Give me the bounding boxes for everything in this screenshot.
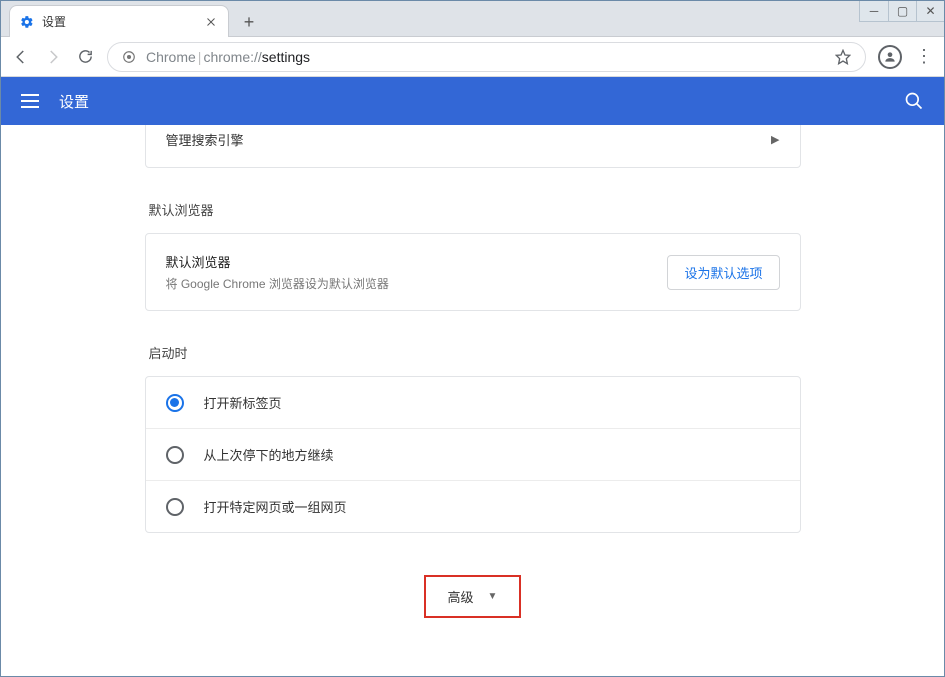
radio-icon [166,446,184,464]
radio-icon [166,394,184,412]
settings-content-scroll[interactable]: 管理搜索引擎 ▶ 默认浏览器 默认浏览器 将 Google Chrome 浏览器… [1,125,944,676]
browser-toolbar: Chrome|chrome://settings ⋮ [1,37,944,77]
chevron-down-icon: ▼ [488,591,498,602]
reload-button[interactable] [75,47,95,67]
url-text: Chrome|chrome://settings [146,49,310,65]
close-icon: ✕ [925,4,935,18]
new-tab-button[interactable]: + [235,8,263,36]
default-browser-heading: 默认浏览器 [149,200,797,219]
bookmark-star-icon[interactable] [835,49,851,65]
default-browser-title: 默认浏览器 [166,252,389,271]
advanced-label: 高级 [448,587,474,606]
startup-heading: 启动时 [149,343,797,362]
chrome-site-icon [122,50,136,64]
maximize-icon: ▢ [897,4,908,18]
advanced-toggle-button[interactable]: 高级 ▼ [424,575,522,618]
forward-button [43,47,63,67]
startup-options-card: 打开新标签页 从上次停下的地方继续 打开特定网页或一组网页 [145,376,801,533]
gear-icon [20,15,34,29]
settings-search-button[interactable] [904,91,924,111]
window-maximize-button[interactable]: ▢ [888,1,916,21]
startup-option-label: 从上次停下的地方继续 [204,445,334,464]
tab-close-button[interactable] [204,15,218,29]
chevron-right-icon: ▶ [771,133,779,146]
set-default-button[interactable]: 设为默认选项 [667,255,779,290]
settings-app-bar: 设置 [1,77,944,125]
browser-tab[interactable]: 设置 [9,5,229,37]
default-browser-card: 默认浏览器 将 Google Chrome 浏览器设为默认浏览器 设为默认选项 [145,233,801,311]
radio-icon [166,498,184,516]
startup-option-newtab[interactable]: 打开新标签页 [146,377,800,428]
address-bar[interactable]: Chrome|chrome://settings [107,42,866,72]
minimize-icon: ─ [870,4,879,18]
manage-search-engines-row[interactable]: 管理搜索引擎 ▶ [145,125,801,168]
default-browser-subtitle: 将 Google Chrome 浏览器设为默认浏览器 [166,275,389,292]
startup-option-specific-pages[interactable]: 打开特定网页或一组网页 [146,480,800,532]
window-close-button[interactable]: ✕ [916,1,944,21]
manage-search-engines-label: 管理搜索引擎 [166,130,244,149]
settings-title: 设置 [59,91,89,112]
tab-strip: 设置 + [1,1,944,37]
hamburger-menu-icon[interactable] [21,91,41,111]
back-button[interactable] [11,47,31,67]
startup-option-label: 打开新标签页 [204,393,282,412]
tab-title: 设置 [42,13,196,30]
window-minimize-button[interactable]: ─ [860,1,888,21]
overflow-menu-button[interactable]: ⋮ [914,47,934,67]
startup-option-continue[interactable]: 从上次停下的地方继续 [146,428,800,480]
startup-option-label: 打开特定网页或一组网页 [204,497,347,516]
window-controls: ─ ▢ ✕ [859,1,944,22]
profile-avatar-button[interactable] [878,45,902,69]
page-viewport: 设置 管理搜索引擎 ▶ 默认浏览器 默 [1,77,944,676]
